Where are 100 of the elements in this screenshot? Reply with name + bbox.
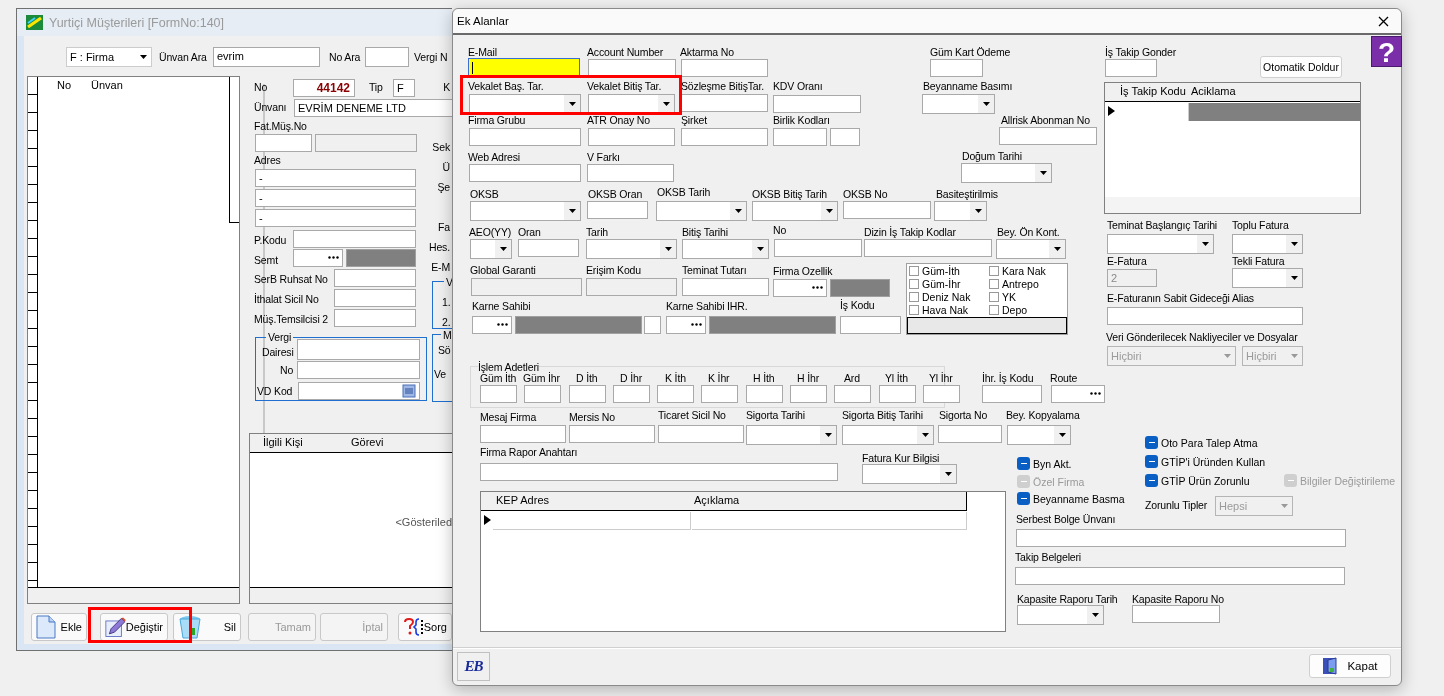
checkbox[interactable]: YK xyxy=(989,291,1016,303)
text-field[interactable]: - xyxy=(255,169,416,187)
toolbar-button[interactable]: Ekle xyxy=(31,613,87,641)
text-field[interactable] xyxy=(587,164,674,182)
column-header[interactable]: No xyxy=(57,79,72,91)
text-field[interactable] xyxy=(334,309,416,327)
checkbox[interactable]: Güm-İhr xyxy=(909,278,961,290)
dropdown[interactable] xyxy=(470,239,512,259)
text-field[interactable] xyxy=(1105,59,1157,77)
scrollbar[interactable] xyxy=(1105,197,1360,213)
count-field[interactable] xyxy=(569,385,606,403)
text-field[interactable] xyxy=(774,239,862,257)
count-field[interactable] xyxy=(657,385,694,403)
lookup-field[interactable] xyxy=(1051,385,1105,403)
close-icon[interactable] xyxy=(1378,15,1389,27)
scrollbar[interactable] xyxy=(907,317,1067,334)
text-field[interactable] xyxy=(480,463,838,481)
checkbox[interactable]: GTİP'i Üründen Kullan xyxy=(1145,455,1266,468)
text-field[interactable] xyxy=(480,425,566,443)
dropdown[interactable] xyxy=(752,201,838,221)
text-field[interactable] xyxy=(840,316,901,334)
checkbox[interactable]: Oto Para Talep Atma xyxy=(1145,436,1258,449)
column-header[interactable]: Ünvan xyxy=(91,79,123,91)
scrollbar[interactable] xyxy=(250,587,452,603)
count-field[interactable] xyxy=(834,385,871,403)
text-field[interactable] xyxy=(587,201,648,219)
text-field[interactable] xyxy=(255,134,312,152)
dropdown[interactable] xyxy=(961,163,1052,183)
checkbox[interactable]: Beyanname Basma xyxy=(1017,492,1125,505)
text-field[interactable] xyxy=(999,127,1097,145)
text-field[interactable] xyxy=(830,128,860,146)
count-field[interactable] xyxy=(879,385,916,403)
text-field[interactable] xyxy=(315,134,417,152)
text-field[interactable] xyxy=(469,128,581,146)
dropdown[interactable] xyxy=(996,239,1066,259)
text-field[interactable]: - xyxy=(255,189,416,207)
dropdown[interactable] xyxy=(862,464,957,484)
checkbox[interactable]: Kara Nak xyxy=(989,265,1046,277)
text-field[interactable] xyxy=(297,361,420,379)
toolbar-button[interactable]: Sorg xyxy=(398,613,452,641)
number-field[interactable]: 44142 xyxy=(293,79,355,97)
text-field[interactable] xyxy=(930,59,983,77)
dropdown[interactable] xyxy=(682,239,769,259)
column-header[interactable]: Açıklama xyxy=(694,494,740,506)
text-field[interactable] xyxy=(1132,605,1220,623)
checkbox[interactable]: Hava Nak xyxy=(909,304,969,316)
column-header[interactable]: İlgili Kişi xyxy=(263,436,303,448)
text-field[interactable] xyxy=(365,47,409,67)
column-header[interactable]: KEP Adres xyxy=(496,494,549,506)
text-field[interactable] xyxy=(644,316,661,334)
dropdown[interactable] xyxy=(842,425,934,445)
dropdown[interactable] xyxy=(1232,268,1303,288)
dropdown[interactable] xyxy=(934,201,987,221)
dropdown[interactable] xyxy=(746,425,837,445)
text-field[interactable] xyxy=(773,128,827,146)
text-area[interactable] xyxy=(297,339,420,360)
text-field[interactable]: - xyxy=(255,209,416,227)
toolbar-button[interactable]: Değiştir xyxy=(100,613,168,641)
text-field[interactable] xyxy=(569,425,655,443)
lookup-field[interactable] xyxy=(298,382,420,400)
column-header[interactable]: Aciklama xyxy=(1191,85,1236,97)
count-field[interactable] xyxy=(923,385,960,403)
checkbox[interactable]: Güm-İth xyxy=(909,265,960,277)
text-field[interactable] xyxy=(658,425,744,443)
dropdown[interactable] xyxy=(1232,234,1303,254)
lookup-field[interactable] xyxy=(293,249,343,267)
text-field[interactable] xyxy=(681,59,768,77)
table-cell[interactable] xyxy=(1189,103,1360,121)
text-field[interactable] xyxy=(864,239,992,257)
help-button[interactable]: ? xyxy=(1371,36,1402,67)
column-header[interactable]: İş Takip Kodu xyxy=(1120,85,1186,97)
dropdown[interactable] xyxy=(586,239,677,259)
dropdown[interactable] xyxy=(588,94,675,114)
text-field[interactable] xyxy=(681,128,768,146)
text-field[interactable] xyxy=(1015,567,1345,585)
table-cell[interactable] xyxy=(493,512,691,530)
type-dropdown[interactable]: F : Firma xyxy=(66,47,152,67)
count-field[interactable] xyxy=(790,385,827,403)
text-field[interactable] xyxy=(518,239,579,257)
text-field[interactable] xyxy=(1016,529,1346,547)
lookup-field[interactable] xyxy=(472,316,512,334)
count-field[interactable] xyxy=(613,385,650,403)
close-button[interactable]: Kapat xyxy=(1309,654,1391,678)
count-field[interactable] xyxy=(524,385,561,403)
text-field[interactable] xyxy=(334,289,416,307)
text-field[interactable] xyxy=(682,278,769,296)
dropdown[interactable] xyxy=(1107,234,1214,254)
auto-fill-button[interactable]: Otomatik Doldur xyxy=(1260,56,1342,78)
column-header[interactable]: Görevi xyxy=(351,436,384,448)
lookup-field[interactable] xyxy=(773,279,827,297)
text-field[interactable] xyxy=(773,95,861,113)
count-field[interactable] xyxy=(701,385,738,403)
dropdown[interactable] xyxy=(469,94,581,114)
checkbox[interactable]: Antrepo xyxy=(989,278,1039,290)
text-field[interactable] xyxy=(293,230,416,248)
lookup-field[interactable] xyxy=(666,316,706,334)
checkbox[interactable]: GTİP Ürün Zorunlu xyxy=(1145,474,1250,487)
text-field[interactable] xyxy=(938,425,1002,443)
text-field[interactable] xyxy=(1107,307,1303,325)
scrollbar[interactable] xyxy=(229,77,239,223)
